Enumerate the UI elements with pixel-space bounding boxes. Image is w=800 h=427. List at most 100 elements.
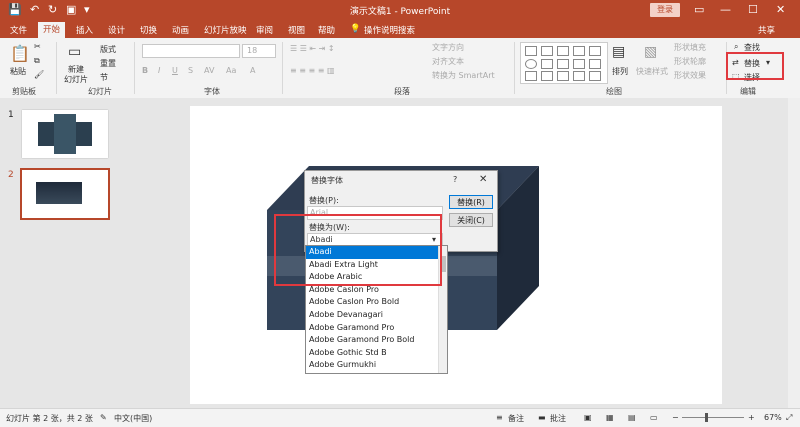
notes-icon[interactable]: ≡ (496, 413, 503, 422)
arrange-button[interactable]: 排列 (612, 66, 628, 77)
tab-slideshow[interactable]: 幻灯片放映 (204, 24, 247, 36)
shape-outline-button[interactable]: 形状轮廓 (674, 56, 706, 67)
tab-file[interactable]: 文件 (10, 24, 27, 36)
separator (134, 42, 135, 94)
shape-line[interactable] (573, 59, 585, 69)
shadow-icon[interactable]: S (188, 66, 193, 75)
shape-rect[interactable] (525, 71, 537, 81)
format-painter-icon[interactable]: 🖌 (34, 70, 44, 79)
spell-check-icon[interactable]: ✎ (100, 413, 107, 422)
close-icon[interactable]: ✕ (776, 3, 785, 16)
list-item[interactable]: Adobe Gurmukhi (306, 359, 447, 372)
tab-design[interactable]: 设计 (108, 24, 125, 36)
zoom-slider-thumb[interactable] (705, 413, 708, 422)
find-icon[interactable]: ⌕ (734, 42, 738, 52)
paste-button[interactable]: 粘贴 (10, 66, 26, 77)
normal-view-icon[interactable]: ▣ (584, 413, 592, 422)
align-icons[interactable]: ≡ ≡ ≡ ≡ ▥ (290, 66, 335, 75)
help-icon[interactable]: ? (453, 175, 457, 184)
zoom-level[interactable]: 67% (764, 413, 782, 422)
shape-line[interactable] (557, 71, 569, 81)
cut-icon[interactable]: ✂ (34, 42, 41, 51)
close-button[interactable]: 关闭(C) (449, 213, 493, 227)
tab-review[interactable]: 审阅 (256, 24, 273, 36)
list-item[interactable]: Adobe Caslon Pro Bold (306, 296, 447, 309)
list-item[interactable]: Adobe Garamond Pro Bold (306, 334, 447, 347)
shape-fill-button[interactable]: 形状填充 (674, 42, 706, 53)
shape-line[interactable] (557, 59, 569, 69)
font-color-icon[interactable]: A (250, 66, 255, 75)
dialog-close-icon[interactable]: ✕ (479, 174, 487, 185)
list-item[interactable]: Adobe Garamond Pro (306, 322, 447, 335)
shape-rect[interactable] (541, 46, 553, 56)
quick-styles-button[interactable]: 快速样式 (636, 66, 668, 77)
language[interactable]: 中文(中国) (114, 413, 152, 424)
font-size-value: 18 (247, 46, 258, 55)
bold-icon[interactable]: B (142, 66, 148, 75)
group-label-font: 字体 (204, 87, 220, 96)
font-size-combo[interactable]: 18 (242, 44, 276, 58)
slide-thumbnails-panel: 1 2 (0, 98, 118, 408)
char-spacing-icon[interactable]: AV (204, 66, 214, 75)
text-direction-button[interactable]: 文字方向 (432, 42, 464, 53)
status-bar: 幻灯片 第 2 张，共 2 张 ✎ 中文(中国) ≡ 备注 ▬ 批注 ▣ ▦ ▤… (0, 408, 800, 427)
slide-sorter-icon[interactable]: ▦ (606, 413, 614, 422)
tab-insert[interactable]: 插入 (76, 24, 93, 36)
shape-rect[interactable] (589, 71, 601, 81)
shape-line[interactable] (573, 46, 585, 56)
slide-thumbnail-2[interactable] (20, 168, 110, 220)
smartart-button[interactable]: 转换为 SmartArt (432, 70, 495, 81)
login-button[interactable]: 登录 (650, 3, 680, 17)
shape-rect[interactable] (589, 59, 601, 69)
tab-animations[interactable]: 动画 (172, 24, 189, 36)
comments-button[interactable]: 批注 (550, 413, 566, 424)
list-item[interactable]: Adobe Gothic Std B (306, 347, 447, 360)
shape-rect[interactable] (541, 59, 553, 69)
shape-rect[interactable] (541, 71, 553, 81)
reading-view-icon[interactable]: ▤ (628, 413, 636, 422)
section-button[interactable]: 节 (100, 72, 108, 83)
paste-icon[interactable]: 📋 (10, 44, 30, 63)
tab-transitions[interactable]: 切换 (140, 24, 157, 36)
zoom-slider[interactable] (682, 417, 744, 418)
slide-thumbnail-1[interactable] (22, 110, 108, 158)
replace-button[interactable]: 替换(R) (449, 195, 493, 209)
tab-view[interactable]: 视图 (288, 24, 305, 36)
ribbon-display-icon[interactable]: ▭ (694, 3, 704, 16)
align-text-button[interactable]: 对齐文本 (432, 56, 464, 67)
quick-styles-icon[interactable]: ▧ (644, 44, 657, 60)
zoom-in-button[interactable]: + (748, 413, 755, 422)
shape-rect[interactable] (525, 46, 537, 56)
shapes-gallery[interactable] (520, 42, 608, 84)
fit-slide-icon[interactable]: ⤢ (786, 413, 792, 423)
new-slide-icon[interactable]: ▭ (68, 44, 81, 60)
share-button[interactable]: 共享 (758, 24, 775, 36)
new-slide-button-2[interactable]: 幻灯片 (64, 74, 88, 85)
tab-home[interactable]: 开始 (38, 22, 66, 38)
bullets-icon[interactable]: ☰ ☰ ⇤ ⇥ ↕ (290, 44, 335, 53)
shape-rect[interactable] (589, 46, 601, 56)
change-case-icon[interactable]: Aa (226, 66, 236, 75)
reset-button[interactable]: 重置 (100, 58, 116, 69)
list-item[interactable]: Adobe Devanagari (306, 309, 447, 322)
shape-line[interactable] (573, 71, 585, 81)
shape-oval[interactable] (525, 59, 537, 69)
shape-line[interactable] (557, 46, 569, 56)
underline-icon[interactable]: U (172, 66, 178, 75)
tab-help[interactable]: 帮助 (318, 24, 335, 36)
vertical-scrollbar[interactable] (788, 98, 800, 408)
zoom-out-button[interactable]: − (672, 413, 679, 422)
comments-icon[interactable]: ▬ (538, 413, 546, 422)
tell-me-search[interactable]: 操作说明搜索 (364, 24, 415, 36)
font-name-combo[interactable] (142, 44, 240, 58)
arrange-icon[interactable]: ▤ (612, 44, 625, 60)
slideshow-icon[interactable]: ▭ (650, 413, 658, 422)
shape-effects-button[interactable]: 形状效果 (674, 70, 706, 81)
italic-icon[interactable]: I (158, 66, 160, 75)
title-bar: 💾 ↶ ↻ ▣ ▾ 演示文稿1 - PowerPoint 登录 ▭ — ☐ ✕ (0, 0, 800, 22)
maximize-icon[interactable]: ☐ (748, 3, 758, 16)
layout-button[interactable]: 版式 (100, 44, 116, 55)
minimize-icon[interactable]: — (720, 3, 731, 16)
copy-icon[interactable]: ⧉ (34, 56, 40, 66)
notes-button[interactable]: 备注 (508, 413, 524, 424)
